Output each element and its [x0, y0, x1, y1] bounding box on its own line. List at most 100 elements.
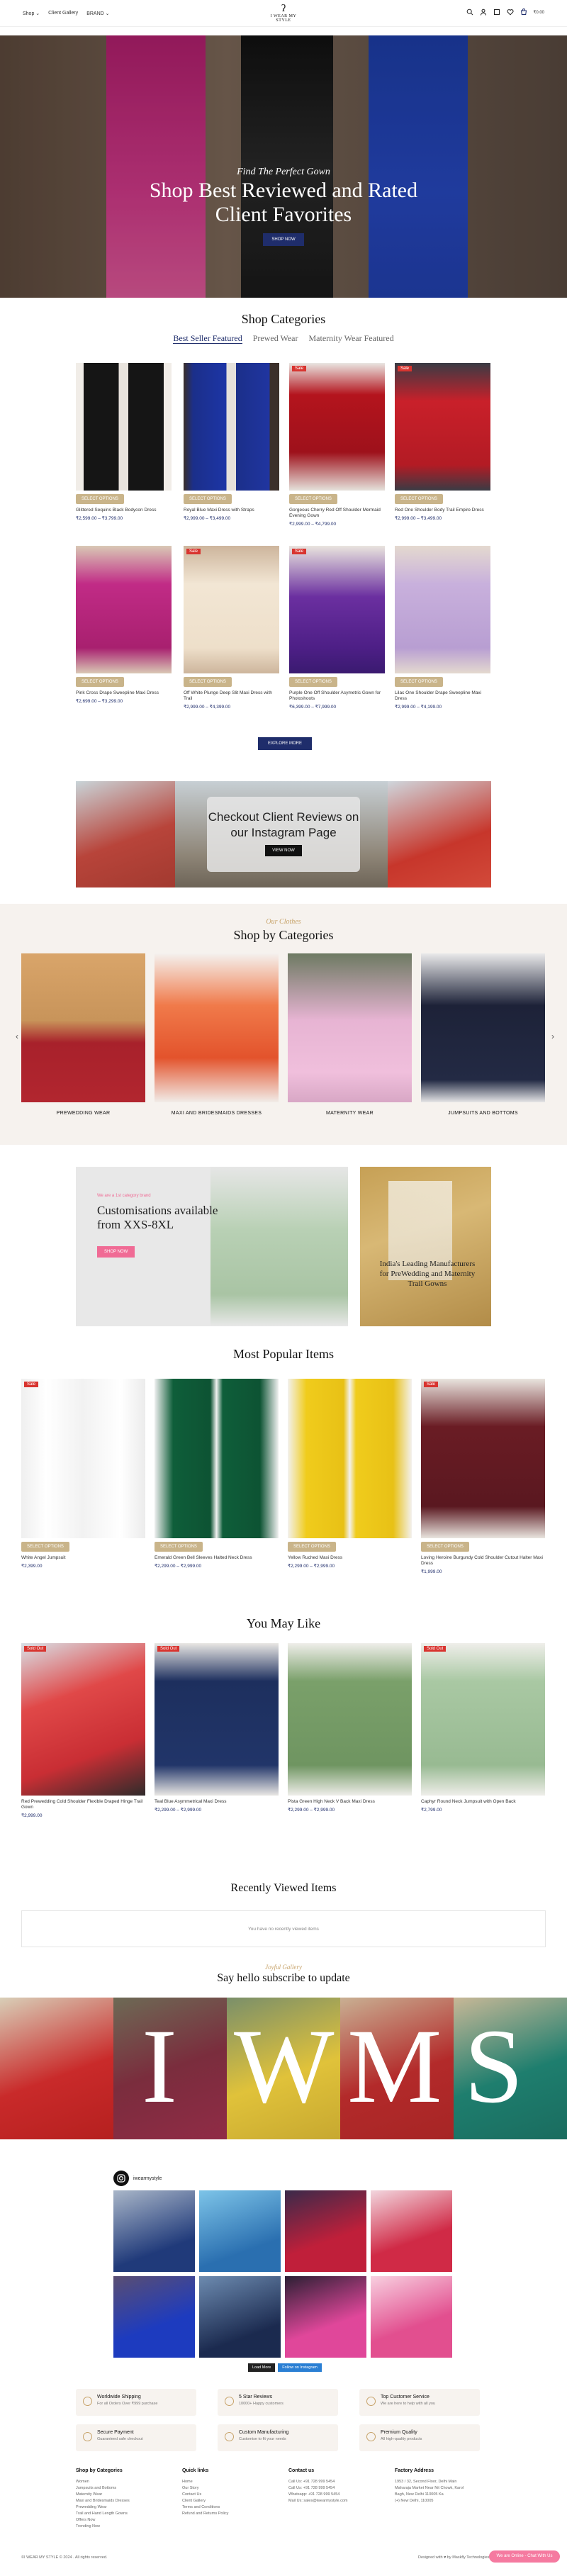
footer-link[interactable]: Call Us: +91 728 999 5454	[288, 2485, 402, 2492]
footer-link[interactable]: Maternity Wear	[76, 2492, 189, 2498]
product-name[interactable]: Gorgeous Cherry Red Off Shoulder Mermaid…	[289, 508, 385, 519]
product-name[interactable]: Emerald Green Bell Sleeves Halted Neck D…	[155, 1555, 279, 1561]
product-card[interactable]: SELECT OPTIONS Lilac One Shoulder Drape S…	[395, 546, 490, 710]
footer-link[interactable]: Prewedding Wear	[76, 2504, 189, 2511]
footer-link[interactable]: Women	[76, 2479, 189, 2485]
footer-link[interactable]: Terms and Conditions	[182, 2504, 296, 2511]
product-card[interactable]: Sold Out Teal Blue Asymmetrical Maxi Dres…	[155, 1643, 279, 1813]
select-options-button[interactable]: SELECT OPTIONS	[421, 1542, 469, 1552]
footer-link[interactable]: Trail and Hand Length Gowns	[76, 2511, 189, 2517]
footer-link[interactable]: Client Gallery	[182, 2498, 296, 2504]
product-card[interactable]: Sale SELECT OPTIONS Loving Heroine Burgund…	[421, 1379, 545, 1574]
wishlist-icon[interactable]	[506, 9, 514, 16]
product-name[interactable]: Teal Blue Asymmetrical Maxi Dress	[155, 1799, 279, 1805]
product-card[interactable]: Sold Out Red Prewedding Cold Shoulder Fle…	[21, 1643, 145, 1818]
product-name[interactable]: Royal Blue Maxi Dress with Straps	[184, 508, 279, 513]
cart-icon[interactable]	[520, 9, 527, 16]
product-card[interactable]: Sale SELECT OPTIONS White Angel Jumpsuit ₹2…	[21, 1379, 145, 1569]
tab-best-seller[interactable]: Best Seller Featured	[173, 333, 242, 344]
footer-link[interactable]: Home	[182, 2479, 296, 2485]
product-image[interactable]: Sold Out	[421, 1643, 545, 1796]
follow-instagram-button[interactable]: Follow on Instagram	[278, 2363, 322, 2372]
instagram-post[interactable]	[199, 2276, 281, 2358]
select-options-button[interactable]: SELECT OPTIONS	[288, 1542, 336, 1552]
footer-link[interactable]: (+) New Delhi, 110005	[395, 2498, 508, 2504]
footer-link[interactable]: Call Us: +91 728 999 5454	[288, 2479, 402, 2485]
product-image[interactable]: Sale	[421, 1379, 545, 1538]
product-image[interactable]	[184, 363, 279, 491]
product-image[interactable]: Sale	[21, 1379, 145, 1538]
site-logo[interactable]: ʔ I WEAR MY STYLE	[264, 4, 303, 23]
instagram-reviews-banner[interactable]: Checkout Client Reviews on our Instagram…	[76, 781, 491, 887]
product-card[interactable]: SELECT OPTIONS Emerald Green Bell Sleeves…	[155, 1379, 279, 1569]
product-name[interactable]: Loving Heroine Burgundy Cold Shoulder Cu…	[421, 1555, 545, 1567]
product-image[interactable]: Sale	[184, 546, 279, 673]
explore-more-button[interactable]: EXPLORE MORE	[258, 737, 313, 750]
select-options-button[interactable]: SELECT OPTIONS	[155, 1542, 203, 1552]
product-image[interactable]: Sold Out	[155, 1643, 279, 1796]
footer-link[interactable]: Our Story	[182, 2485, 296, 2492]
select-options-button[interactable]: SELECT OPTIONS	[289, 677, 337, 687]
product-image[interactable]: Sale	[289, 546, 385, 673]
product-name[interactable]: Pink Cross Drape Sweepline Maxi Dress	[76, 690, 172, 696]
instagram-post[interactable]	[371, 2276, 452, 2358]
select-options-button[interactable]: SELECT OPTIONS	[76, 494, 124, 504]
carousel-prev-icon[interactable]: ‹	[16, 1031, 18, 1041]
product-image[interactable]	[288, 1379, 412, 1538]
product-name[interactable]: Purple One Off Shoulder Asymetric Gown f…	[289, 690, 385, 702]
product-card[interactable]: SELECT OPTIONS Royal Blue Maxi Dress with…	[184, 363, 279, 521]
instagram-profile[interactable]: iwearmystyle	[113, 2171, 162, 2186]
product-image[interactable]	[395, 546, 490, 673]
nav-brand[interactable]: BRAND ⌄	[86, 11, 109, 16]
product-image[interactable]	[76, 546, 172, 673]
product-name[interactable]: Red One Shoulder Body Trail Empire Dress	[395, 508, 490, 513]
product-card[interactable]: Sale SELECT OPTIONS Off White Plunge Deep …	[184, 546, 279, 710]
product-card[interactable]: Pista Green High Neck V Back Maxi Dress ₹…	[288, 1643, 412, 1813]
load-more-button[interactable]: Load More	[248, 2363, 276, 2372]
footer-link[interactable]: Maharaja Market Near Nit Chowk, Karol	[395, 2485, 508, 2492]
instagram-post[interactable]	[113, 2276, 195, 2358]
promo-shop-now-button[interactable]: SHOP NOW	[97, 1246, 135, 1258]
tab-maternity-wear[interactable]: Maternity Wear Featured	[309, 333, 394, 343]
chat-button[interactable]: We are Online - Chat With Us	[489, 2550, 560, 2563]
select-options-button[interactable]: SELECT OPTIONS	[395, 494, 443, 504]
product-name[interactable]: Off White Plunge Deep Slit Maxi Dress wi…	[184, 690, 279, 702]
product-image[interactable]: Sale	[289, 363, 385, 491]
product-card[interactable]: Sale SELECT OPTIONS Purple One Off Shoulde…	[289, 546, 385, 710]
category-maternity[interactable]: MATERNITY WEAR	[288, 953, 412, 1116]
product-card[interactable]: SELECT OPTIONS Yellow Ruched Maxi Dress ₹2…	[288, 1379, 412, 1569]
carousel-next-icon[interactable]: ›	[551, 1031, 554, 1041]
instagram-post[interactable]	[285, 2276, 366, 2358]
product-card[interactable]: SELECT OPTIONS Glittered Sequins Black Bo…	[76, 363, 172, 521]
footer-link[interactable]: Refund and Returns Policy	[182, 2511, 296, 2517]
product-name[interactable]: Yellow Ruched Maxi Dress	[288, 1555, 412, 1561]
product-image[interactable]	[288, 1643, 412, 1796]
select-options-button[interactable]: SELECT OPTIONS	[76, 677, 124, 687]
tab-prewed-wear[interactable]: Prewed Wear	[253, 333, 298, 343]
select-options-button[interactable]: SELECT OPTIONS	[21, 1542, 69, 1552]
product-image[interactable]	[155, 1379, 279, 1538]
footer-link[interactable]: Jumpsuits and Bottoms	[76, 2485, 189, 2492]
footer-link[interactable]: 1953 / 32, Second Floor, Delhi Main	[395, 2479, 508, 2485]
nav-client-gallery[interactable]: Client Gallery	[48, 11, 78, 16]
product-name[interactable]: Pista Green High Neck V Back Maxi Dress	[288, 1799, 412, 1805]
product-name[interactable]: Glittered Sequins Black Bodycon Dress	[76, 508, 172, 513]
select-options-button[interactable]: SELECT OPTIONS	[395, 677, 443, 687]
product-name[interactable]: White Angel Jumpsuit	[21, 1555, 145, 1561]
search-icon[interactable]	[466, 9, 473, 16]
product-name[interactable]: Caphyr Round Neck Jumpsuit with Open Bac…	[421, 1799, 545, 1805]
product-image[interactable]	[76, 363, 172, 491]
product-name[interactable]: Lilac One Shoulder Drape Sweepline Maxi …	[395, 690, 490, 702]
product-card[interactable]: Sale SELECT OPTIONS Red One Shoulder Body …	[395, 363, 490, 521]
view-now-button[interactable]: VIEW NOW	[265, 845, 302, 856]
product-name[interactable]: Red Prewedding Cold Shoulder Flexible Dr…	[21, 1799, 145, 1810]
footer-link[interactable]: Whatsapp: +91 728 999 5454	[288, 2492, 402, 2498]
footer-link[interactable]: Trending Now	[76, 2524, 189, 2530]
cart-amount[interactable]: ₹0.00	[534, 10, 545, 15]
footer-link[interactable]: Maxi and Bridesmaids Dresses	[76, 2498, 189, 2504]
footer-link[interactable]: Bagh, New Delhi 110005 Ka	[395, 2492, 508, 2498]
account-icon[interactable]	[480, 9, 487, 16]
category-maxi[interactable]: MAXI AND BRIDESMAIDS DRESSES	[155, 953, 279, 1116]
instagram-post[interactable]	[113, 2190, 195, 2272]
footer-link[interactable]: Offers Now	[76, 2517, 189, 2524]
